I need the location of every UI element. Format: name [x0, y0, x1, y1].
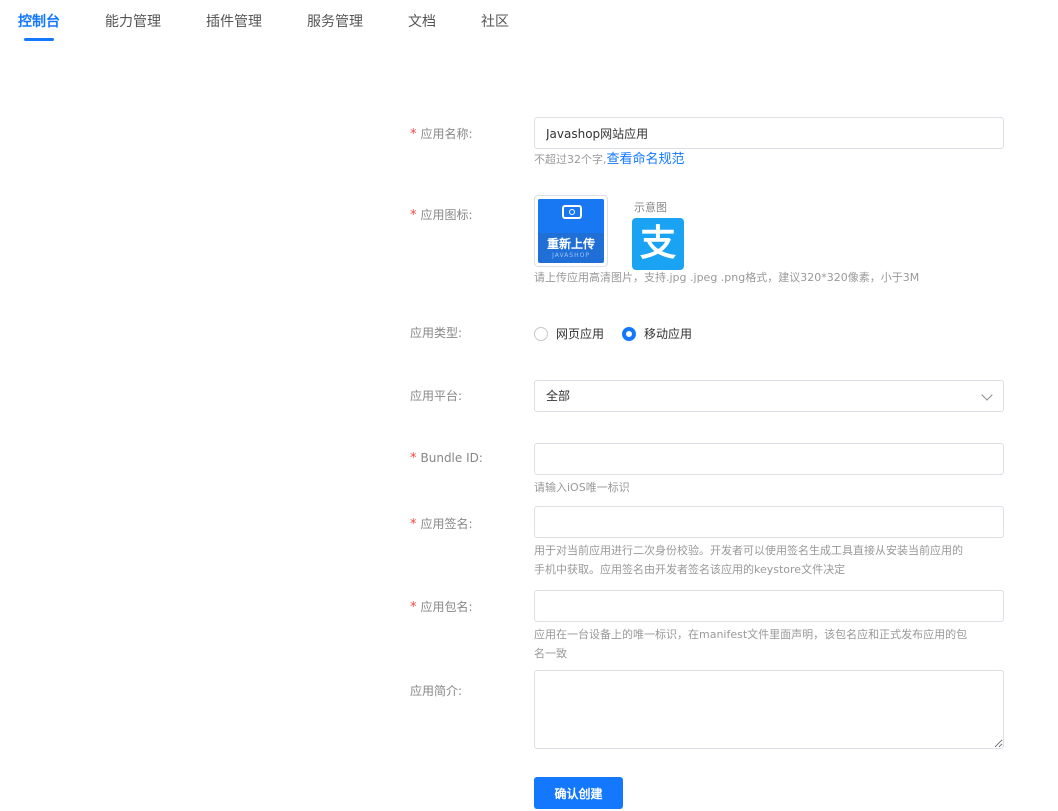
- required-mark: *: [410, 208, 417, 223]
- app-name-input[interactable]: [534, 117, 1004, 149]
- required-mark: *: [410, 600, 417, 615]
- platform-label: 应用平台:: [410, 389, 463, 403]
- sample-label: 示意图: [634, 201, 667, 214]
- brand-logo-text: JAVASHOP: [552, 252, 590, 259]
- package-label: * 应用包名:: [410, 600, 473, 615]
- package-hint: 应用在一台设备上的唯一标识，在manifest文件里面声明，该包名应和正式发布应…: [534, 628, 968, 660]
- tab-community[interactable]: 社区: [481, 11, 509, 31]
- app-icon-hint: 请上传应用高清图片，支持.jpg .jpeg .png格式，建议320*320像…: [534, 271, 920, 284]
- bundle-id-label: * Bundle ID:: [410, 451, 483, 466]
- tab-capability-management[interactable]: 能力管理: [105, 11, 161, 31]
- description-textarea[interactable]: [534, 670, 1004, 749]
- icon-upload-box[interactable]: 重新上传 JAVASHOP: [534, 195, 608, 267]
- signature-input[interactable]: [534, 506, 1004, 538]
- reupload-label: 重新上传: [546, 237, 595, 251]
- app-name-hint: 不超过32个字,查看命名规范: [534, 152, 685, 167]
- tab-docs[interactable]: 文档: [408, 11, 436, 31]
- signature-hint: 用于对当前应用进行二次身份校验。开发者可以使用签名生成工具直接从安装当前应用的手…: [534, 544, 963, 576]
- radio-checked-icon: [622, 326, 636, 341]
- tab-plugin-management[interactable]: 插件管理: [206, 11, 262, 31]
- top-nav: 控制台 能力管理 插件管理 服务管理 文档 社区: [0, 0, 1058, 44]
- radio-web-app[interactable]: 网页应用: [534, 325, 604, 342]
- app-type-label: 应用类型:: [410, 326, 463, 340]
- app-name-label: * 应用名称:: [410, 127, 473, 142]
- radio-mobile-app[interactable]: 移动应用: [622, 325, 692, 342]
- required-mark: *: [410, 127, 417, 142]
- package-input[interactable]: [534, 590, 1004, 622]
- alipay-sample-icon: 支: [632, 218, 684, 270]
- required-mark: *: [410, 451, 417, 466]
- platform-select[interactable]: 全部: [534, 380, 1004, 412]
- confirm-create-button[interactable]: 确认创建: [534, 777, 623, 809]
- required-mark: *: [410, 517, 417, 532]
- signature-label: * 应用签名:: [410, 517, 473, 532]
- app-icon-label: * 应用图标:: [410, 208, 473, 223]
- radio-unchecked-icon: [534, 326, 548, 341]
- tab-service-management[interactable]: 服务管理: [307, 11, 363, 31]
- chevron-down-icon: [981, 389, 993, 401]
- tab-console[interactable]: 控制台: [18, 11, 60, 31]
- active-tab-indicator: [24, 38, 54, 41]
- uploaded-icon-preview: 重新上传 JAVASHOP: [538, 199, 604, 263]
- description-label: 应用简介:: [410, 684, 463, 698]
- naming-rules-link[interactable]: 查看命名规范: [607, 152, 685, 167]
- bundle-id-hint: 请输入iOS唯一标识: [534, 481, 630, 494]
- bundle-id-input[interactable]: [534, 443, 1004, 475]
